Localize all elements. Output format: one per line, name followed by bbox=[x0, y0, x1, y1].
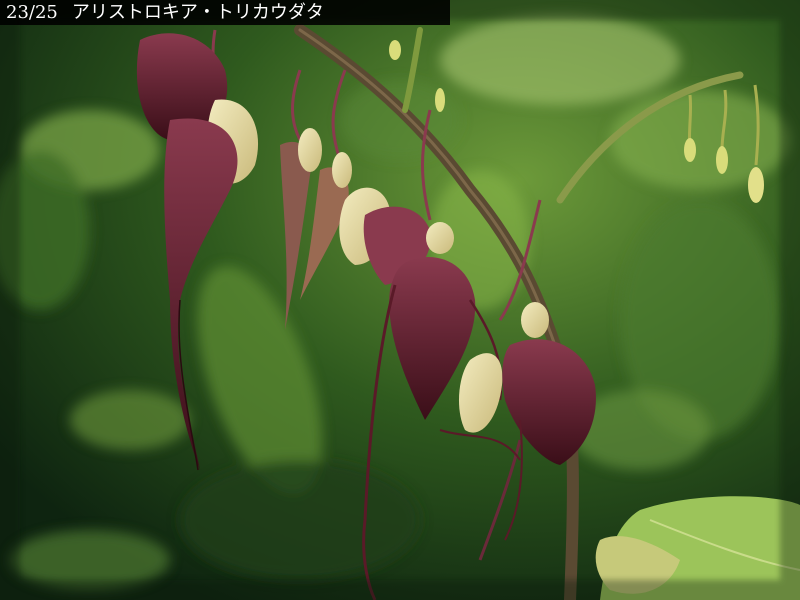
slide-counter: 23/25 bbox=[6, 2, 58, 23]
aristolochia-photo bbox=[0, 0, 800, 600]
photo-viewer: 23/25 アリストロキア・トリカウダタ bbox=[0, 0, 800, 600]
caption-title: アリストロキア・トリカウダタ bbox=[71, 2, 324, 23]
caption-bar: 23/25 アリストロキア・トリカウダタ bbox=[0, 0, 450, 25]
